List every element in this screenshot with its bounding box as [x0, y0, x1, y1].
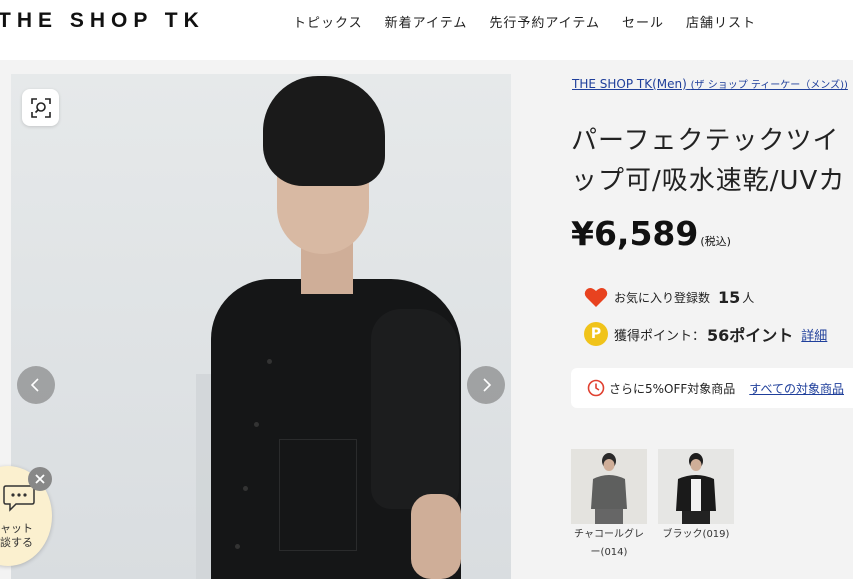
zoom-icon	[30, 97, 51, 118]
all-eligible-items-link[interactable]: すべての対象商品	[749, 380, 844, 397]
product-title: パーフェクテックツイ ップ可/吸水速乾/UVカ	[571, 121, 853, 201]
brand-link[interactable]: THE SHOP TK(Men) (ザ ショップ ティーケー（メンズ))	[572, 76, 848, 91]
brand-name: THE SHOP TK(Men)	[572, 77, 687, 91]
discount-offer-box: さらに5%OFF対象商品 すべての対象商品	[571, 368, 853, 408]
product-main-image[interactable]	[11, 74, 511, 579]
chat-close-button[interactable]	[28, 467, 52, 491]
shirt-button	[267, 359, 272, 364]
model-arm	[371, 309, 459, 509]
close-icon	[35, 474, 45, 484]
clock-icon	[587, 379, 605, 397]
product-price: ¥6,589 (税込)	[571, 214, 731, 253]
prev-image-button[interactable]	[17, 366, 55, 404]
favorite-count: 15	[718, 287, 741, 307]
favorite-unit: 人	[742, 290, 755, 305]
chat-label-line1: ャット	[0, 522, 33, 535]
zoom-button[interactable]	[22, 89, 59, 126]
product-title-line1: パーフェクテックツイ	[571, 126, 840, 156]
points-label: 獲得ポイント：	[614, 328, 706, 344]
brand-kana: (ザ ショップ ティーケー（メンズ))	[690, 80, 848, 91]
swatch-charcoal-image	[571, 449, 647, 524]
heart-icon[interactable]	[584, 286, 608, 308]
shirt-button	[254, 422, 259, 427]
favorite-count-row: お気に入り登録数 15 人	[584, 286, 754, 308]
product-title-line2: ップ可/吸水速乾/UVカ	[571, 166, 846, 196]
points-detail-link[interactable]: 詳細	[801, 325, 827, 344]
nav-sale[interactable]: セール	[622, 12, 664, 31]
shirt-pocket	[279, 439, 357, 551]
nav-store-list[interactable]: 店舗リスト	[686, 12, 756, 31]
swatch-black-image	[658, 449, 734, 524]
shirt-button	[235, 544, 240, 549]
model-hair	[263, 76, 385, 186]
color-swatch-charcoal[interactable]	[571, 449, 647, 524]
swatch-label-black: ブラック(019)	[662, 529, 730, 540]
next-image-button[interactable]	[467, 366, 505, 404]
chevron-left-icon	[30, 378, 39, 392]
points-value: 56ポイント	[707, 326, 794, 345]
favorite-label: お気に入り登録数	[614, 290, 711, 305]
chevron-right-icon	[483, 378, 492, 392]
point-icon: P	[584, 322, 608, 346]
offer-text: さらに5%OFF対象商品	[609, 381, 736, 396]
site-logo[interactable]: THE SHOP TK	[0, 9, 205, 33]
chat-label-line2: 談する	[0, 536, 33, 549]
nav-preorder[interactable]: 先行予約アイテム	[489, 12, 600, 31]
shirt-button	[243, 486, 248, 491]
model-hand	[411, 494, 461, 579]
color-swatch-black[interactable]	[658, 449, 734, 524]
nav-topics[interactable]: トピックス	[293, 12, 363, 31]
price-value: ¥6,589	[571, 214, 699, 253]
global-nav: トピックス 新着アイテム 先行予約アイテム セール 店舗リスト	[293, 12, 778, 31]
swatch-label-charcoal: チャコールグレー(014)	[574, 529, 644, 558]
site-header: THE SHOP TK トピックス 新着アイテム 先行予約アイテム セール 店舗…	[0, 0, 853, 60]
chat-label[interactable]: ャット 談する	[0, 522, 40, 550]
tax-note: (税込)	[700, 235, 731, 248]
nav-new-items[interactable]: 新着アイテム	[385, 12, 468, 31]
points-row: P 獲得ポイント： 56ポイント 詳細	[584, 322, 827, 346]
